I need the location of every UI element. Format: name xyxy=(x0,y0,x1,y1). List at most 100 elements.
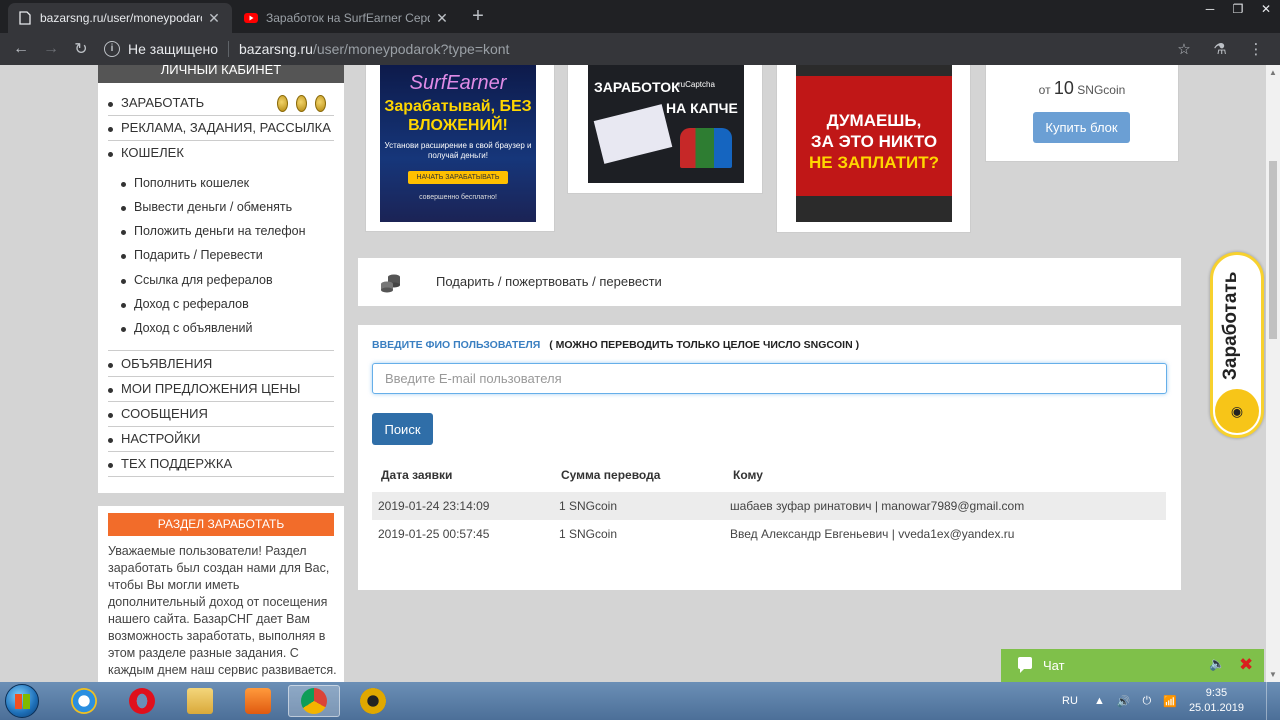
buy-block-card: от 10 SNGcoin Купить блок xyxy=(985,65,1179,162)
start-button-icon[interactable] xyxy=(5,684,39,718)
opera-icon[interactable] xyxy=(116,685,168,717)
recorder-icon[interactable] xyxy=(347,685,399,717)
volume-icon[interactable]: 🔊 xyxy=(1117,695,1131,708)
sidebar-item-label: Настройки xyxy=(121,431,201,446)
scroll-down-icon[interactable]: ▼ xyxy=(1266,670,1280,679)
minimize-icon[interactable]: ─ xyxy=(1196,0,1224,20)
media-player-icon[interactable] xyxy=(232,685,284,717)
banner-line1: ДУМАЕШЬ, xyxy=(826,111,922,130)
captcha-image xyxy=(593,104,673,164)
window-close-icon[interactable]: ✕ xyxy=(1252,0,1280,20)
page-content: Личный кабинет Заработать Реклама, задан… xyxy=(0,65,1266,682)
wallet-item-phone[interactable]: Положить деньги на телефон xyxy=(120,224,305,238)
price-prefix: от xyxy=(1038,83,1051,97)
chat-close-icon[interactable]: ✖ xyxy=(1239,655,1253,675)
chat-bubble-icon xyxy=(1018,657,1032,673)
transfer-form: Введите ФИО пользователя ( можно перевод… xyxy=(358,325,1181,590)
form-label: Введите ФИО пользователя ( можно перевод… xyxy=(372,339,859,351)
network-icon[interactable]: 📶 xyxy=(1163,695,1177,708)
chat-bar[interactable]: Чат 🔈 ✖ xyxy=(1001,649,1264,682)
sidebar-item-offers[interactable]: Мои предложения цены xyxy=(108,377,334,402)
explorer-folder-icon[interactable] xyxy=(174,685,226,717)
sidebar-item-earn[interactable]: Заработать xyxy=(108,91,334,116)
surfearner-banner[interactable]: SurfEarner Зарабатывай, БЕЗ ВЛОЖЕНИЙ! Ус… xyxy=(380,65,536,222)
sidebar-item-support[interactable]: Тех поддержка xyxy=(108,452,334,477)
banner-bottombar xyxy=(796,196,952,222)
back-icon[interactable]: ← xyxy=(6,40,36,58)
scroll-up-icon[interactable]: ▲ xyxy=(1266,68,1280,77)
wallet-item-referral-link[interactable]: Ссылка для рефералов xyxy=(121,273,273,287)
bookmark-star-icon[interactable]: ☆ xyxy=(1166,40,1202,58)
youtube-icon xyxy=(244,11,258,25)
tab-surfearner[interactable]: Заработок на SurfEarner Серфё ✕ xyxy=(234,3,460,33)
page-scrollbar[interactable]: ▲ ▼ xyxy=(1266,65,1280,682)
search-button[interactable]: Поиск xyxy=(372,413,433,445)
cell-amount: 1 SNGcoin xyxy=(559,499,618,513)
new-tab-icon[interactable]: + xyxy=(466,5,490,28)
wallet-item-withdraw[interactable]: Вывести деньги / обменять xyxy=(120,200,292,214)
column-header-date: Дата заявки xyxy=(381,468,453,482)
rucaptcha-banner[interactable]: ЗАРАБОТОК ruCaptcha НА КАПЧЕ xyxy=(588,65,744,183)
clock[interactable]: 9:35 25.01.2019 xyxy=(1189,686,1244,716)
banner-line3: НЕ ЗАПЛАТИТ? xyxy=(809,153,939,172)
tab-close-icon[interactable]: ✕ xyxy=(434,10,450,27)
extension-icon[interactable]: ⚗ xyxy=(1202,40,1238,58)
sidebar-item-messages[interactable]: Сообщения xyxy=(108,402,334,427)
address-bar[interactable]: i Не защищено bazarsng.ru/user/moneypoda… xyxy=(104,33,1166,65)
earn-info-box: Раздел заработать Уважаемые пользователи… xyxy=(98,506,344,682)
tab-bazarsng[interactable]: bazarsng.ru/user/moneypodarok ✕ xyxy=(8,3,232,33)
transfer-title: Подарить / пожертвовать / перевести xyxy=(436,274,662,289)
kids-image xyxy=(680,128,732,168)
wallet-item-ads-income[interactable]: Доход с объявлений xyxy=(120,321,252,335)
ie-icon[interactable] xyxy=(58,685,110,717)
wallet-item-gift[interactable]: Подарить / Перевести xyxy=(121,248,263,262)
system-tray: RU ▲ 🔊 ⏻ 📶 9:35 25.01.2019 xyxy=(1062,682,1280,720)
tab-close-icon[interactable]: ✕ xyxy=(206,10,222,27)
banner-line2: ЗА ЭТО НИКТО xyxy=(810,132,938,151)
sidebar-item-label: Объявления xyxy=(121,356,213,371)
buy-block-button[interactable]: Купить блок xyxy=(1033,112,1130,143)
wallet-item-topup[interactable]: Пополнить кошелек xyxy=(120,176,249,190)
sidebar-header: Личный кабинет xyxy=(98,65,344,83)
column-header-amount: Сумма перевода xyxy=(561,468,661,482)
sound-icon[interactable]: 🔈 xyxy=(1209,656,1225,672)
earn-widget[interactable]: Заработать ◉ xyxy=(1210,252,1264,438)
email-search-input[interactable] xyxy=(372,363,1167,394)
sidebar-item-label: Тех поддержка xyxy=(121,456,233,471)
sidebar-item-settings[interactable]: Настройки xyxy=(108,427,334,452)
divider xyxy=(228,41,229,57)
browser-toolbar: ← → ↻ i Не защищено bazarsng.ru/user/mon… xyxy=(0,33,1280,65)
restore-icon[interactable]: ❐ xyxy=(1224,0,1252,20)
menu-kebab-icon[interactable]: ⋮ xyxy=(1238,40,1274,58)
sidebar-item-wallet[interactable]: Кошелек xyxy=(108,141,334,166)
sidebar-item-label: Сообщения xyxy=(121,406,208,421)
cell-amount: 1 SNGcoin xyxy=(559,527,618,541)
sidebar-item-listings[interactable]: Объявления xyxy=(108,352,334,377)
banner-footer: совершенно бесплатно! xyxy=(419,194,497,201)
security-label: Не защищено xyxy=(128,41,218,57)
chrome-icon[interactable] xyxy=(288,685,340,717)
coins-stack-icon xyxy=(381,274,400,293)
wallet-item-referral-income[interactable]: Доход с рефералов xyxy=(121,297,249,311)
sidebar-item-ads[interactable]: Реклама, задания, рассылка xyxy=(108,116,334,141)
cell-recipient: Введ Александр Евгеньевич | vveda1ex@yan… xyxy=(730,527,1015,541)
power-icon[interactable]: ⏻ xyxy=(1143,695,1152,708)
sidebar-item-label: Заработать xyxy=(121,95,205,110)
banner-card: ДУМАЕШЬ, ЗА ЭТО НИКТО НЕ ЗАПЛАТИТ? xyxy=(776,65,971,233)
info-icon[interactable]: i xyxy=(104,41,120,57)
reload-icon[interactable]: ↻ xyxy=(66,39,96,59)
promo-banner[interactable]: ДУМАЕШЬ, ЗА ЭТО НИКТО НЕ ЗАПЛАТИТ? xyxy=(796,65,952,222)
price-amount: 10 xyxy=(1053,78,1074,98)
earn-section-text: Уважаемые пользователи! Раздел заработат… xyxy=(108,544,337,682)
table-row: 2019-01-24 23:14:09 1 SNGcoin шабаев зуф… xyxy=(372,492,1166,520)
browser-tab-bar: bazarsng.ru/user/moneypodarok ✕ Заработо… xyxy=(0,0,1280,33)
tray-arrow-icon[interactable]: ▲ xyxy=(1094,695,1105,707)
language-indicator[interactable]: RU xyxy=(1062,695,1078,707)
url-path: /user/moneypodarok?type=kont xyxy=(312,41,510,57)
show-desktop-button[interactable] xyxy=(1266,682,1280,720)
forward-icon[interactable]: → xyxy=(36,40,66,58)
clock-time: 9:35 xyxy=(1205,687,1228,699)
cell-date: 2019-01-24 23:14:09 xyxy=(378,499,490,513)
price-unit: SNGcoin xyxy=(1077,83,1126,97)
scrollbar-thumb[interactable] xyxy=(1269,161,1277,339)
